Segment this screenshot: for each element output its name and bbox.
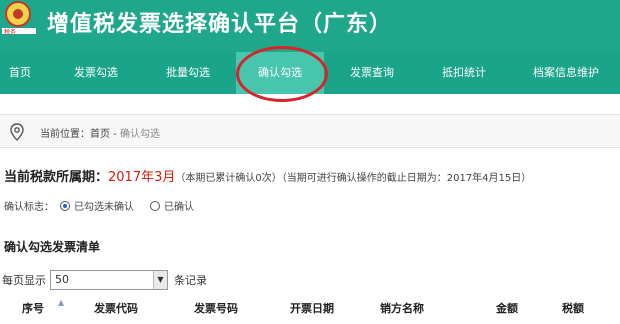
tax-period-value: 2017年3月: [108, 170, 176, 185]
location-pin-icon: [10, 123, 24, 141]
column-header-invoice-code[interactable]: 发票代码: [94, 300, 138, 316]
page-size-value: 50: [55, 273, 69, 286]
tax-period-line: 当前税款所属期：2017年3月（本期已累计确认0次）（当期可进行确认操作的截止日…: [4, 166, 531, 185]
confirm-flag-row: 确认标志： 已勾选未确认 已确认: [4, 198, 204, 213]
column-header-seller-name[interactable]: 销方名称: [380, 300, 424, 316]
radio-option-confirmed[interactable]: 已确认: [144, 198, 194, 213]
nav-item-invoice-query[interactable]: 发票查询: [328, 52, 416, 94]
invoice-table-header: 序号 ▲ 发票代码 发票号码 开票日期 销方名称 金额 税额: [0, 298, 620, 324]
page-size-row: 每页显示 50 ▼ 条记录: [2, 270, 207, 290]
app-header: 税务 增值税发票选择确认平台（广东）: [0, 0, 620, 52]
page-size-suffix: 条记录: [174, 274, 207, 287]
breadcrumb-prefix: 当前位置：首页 -: [40, 129, 120, 140]
svg-text:税务: 税务: [4, 28, 16, 36]
breadcrumb-text: 当前位置：首页 - 确认勾选: [40, 125, 160, 140]
main-nav: 首页 发票勾选 批量勾选 确认勾选 发票查询 抵扣统计 档案信息维护: [0, 52, 620, 94]
nav-item-invoice-select[interactable]: 发票勾选: [52, 52, 140, 94]
radio-confirmed[interactable]: [150, 200, 160, 211]
column-header-index[interactable]: 序号: [22, 300, 44, 316]
nav-item-archive-maintenance[interactable]: 档案信息维护: [512, 52, 620, 94]
radio-confirmed-label: 已确认: [164, 202, 194, 213]
chevron-down-icon[interactable]: ▼: [153, 271, 167, 289]
column-header-issue-date[interactable]: 开票日期: [290, 300, 334, 316]
column-header-amount[interactable]: 金额: [496, 300, 518, 316]
confirm-flag-label: 确认标志：: [4, 202, 54, 213]
tax-logo-icon: 税务: [2, 1, 36, 36]
breadcrumb: 当前位置：首页 - 确认勾选: [0, 114, 620, 148]
nav-item-batch-select[interactable]: 批量勾选: [144, 52, 232, 94]
page-size-prefix: 每页显示: [2, 274, 46, 287]
tax-period-note: （本期已累计确认0次）（当期可进行确认操作的截止日期为：2017年4月15日）: [175, 173, 532, 184]
radio-option-unconfirmed[interactable]: 已勾选未确认: [54, 198, 134, 213]
nav-item-deduction-stats[interactable]: 抵扣统计: [420, 52, 508, 94]
list-title: 确认勾选发票清单: [4, 240, 101, 254]
radio-unconfirmed[interactable]: [60, 200, 70, 211]
page-size-select[interactable]: 50 ▼: [50, 270, 168, 290]
nav-item-home[interactable]: 首页: [0, 52, 40, 94]
radio-unconfirmed-label: 已勾选未确认: [74, 202, 134, 213]
tax-period-label: 当前税款所属期：: [4, 170, 109, 185]
sort-asc-icon[interactable]: ▲: [58, 298, 64, 307]
column-header-tax[interactable]: 税额: [562, 300, 584, 316]
breadcrumb-current: 确认勾选: [119, 129, 160, 140]
app-title: 增值税发票选择确认平台（广东）: [47, 12, 393, 37]
nav-item-confirm-select[interactable]: 确认勾选: [236, 52, 324, 94]
column-header-invoice-number[interactable]: 发票号码: [194, 300, 238, 316]
